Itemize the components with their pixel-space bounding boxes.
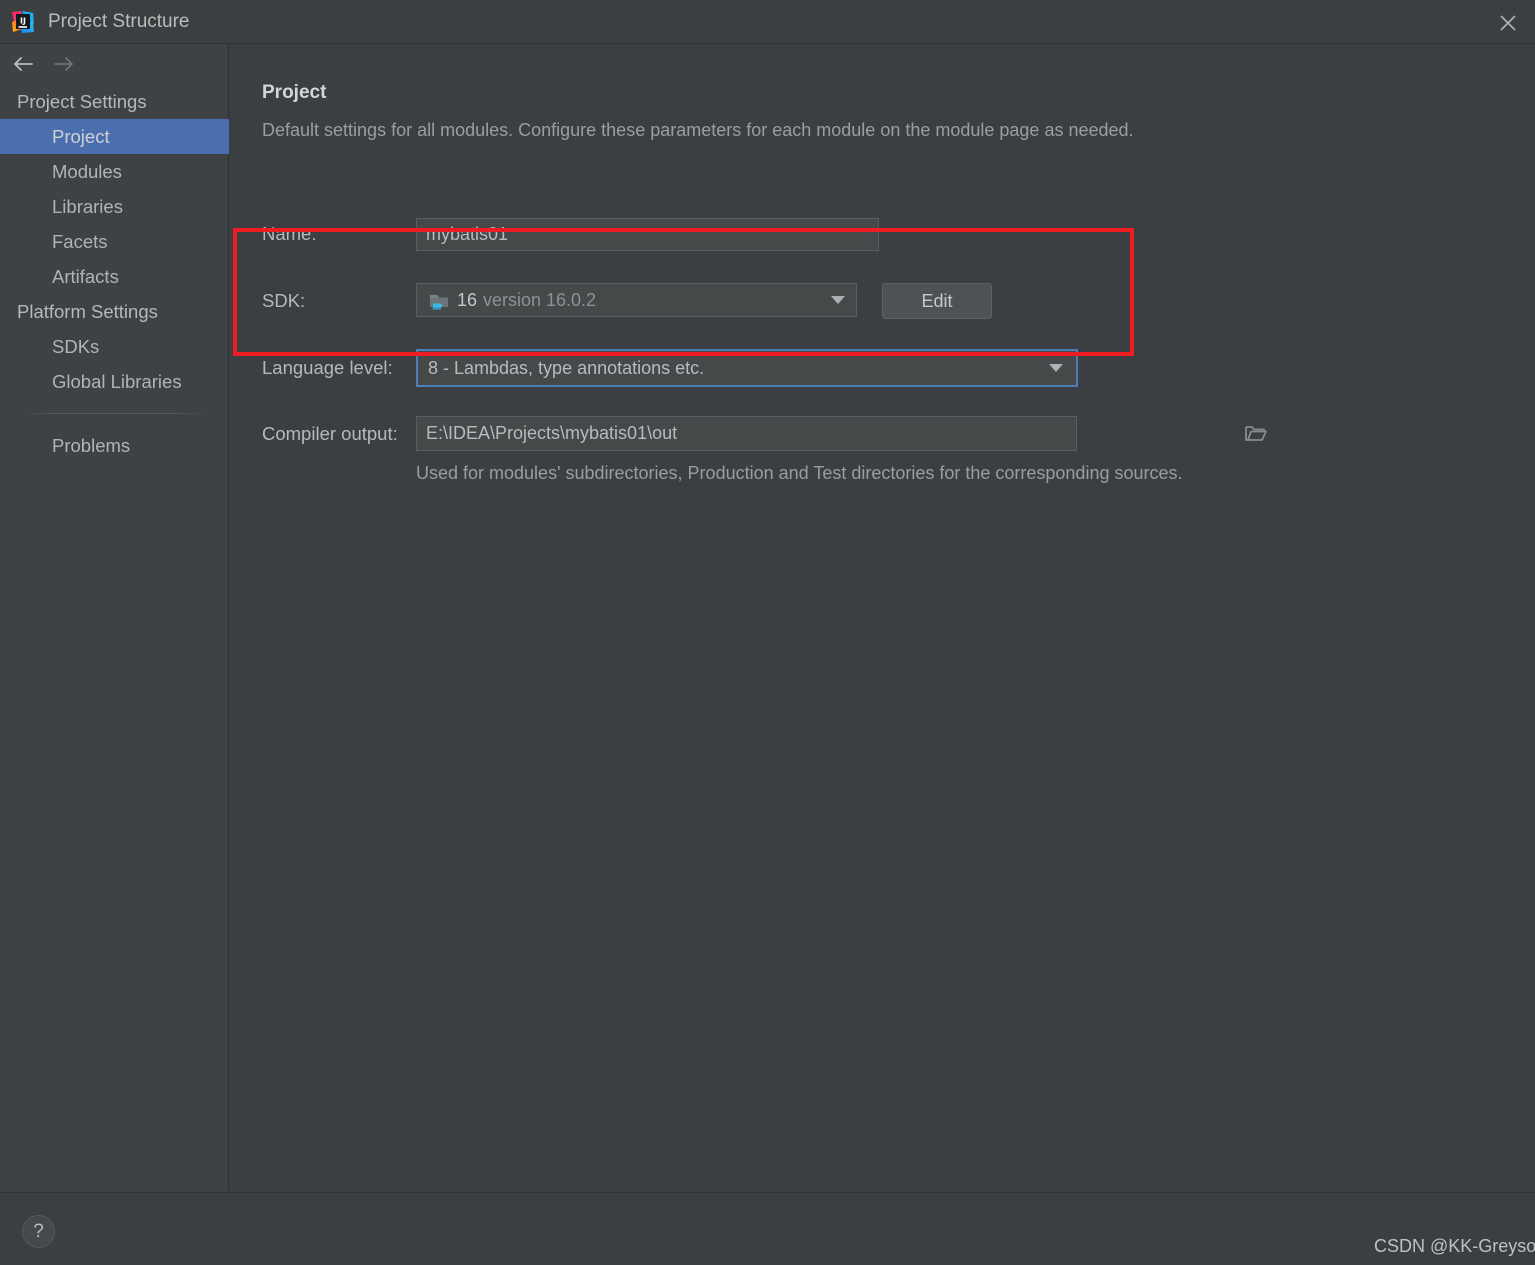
sidebar-item-sdks[interactable]: SDKs bbox=[0, 329, 229, 364]
close-icon[interactable] bbox=[1481, 0, 1535, 43]
chevron-down-icon bbox=[831, 296, 845, 304]
sidebar-item-facets[interactable]: Facets bbox=[0, 224, 229, 259]
name-input[interactable]: mybatis01 bbox=[416, 218, 879, 251]
sidebar-item-problems[interactable]: Problems bbox=[0, 428, 229, 463]
title-bar: IJ Project Structure bbox=[0, 0, 1535, 44]
sidebar-divider bbox=[20, 413, 209, 414]
sidebar-item-artifacts[interactable]: Artifacts bbox=[0, 259, 229, 294]
sidebar-item-libraries[interactable]: Libraries bbox=[0, 189, 229, 224]
language-level-value: 8 - Lambdas, type annotations etc. bbox=[428, 358, 705, 378]
intellij-idea-logo-icon: IJ bbox=[11, 10, 35, 34]
language-level-combo-box[interactable]: 8 - Lambdas, type annotations etc. bbox=[416, 349, 1078, 387]
window-title: Project Structure bbox=[48, 11, 190, 32]
help-button[interactable]: ? bbox=[22, 1215, 55, 1248]
edit-sdk-button[interactable]: Edit bbox=[882, 283, 992, 319]
page-title: Project bbox=[262, 82, 327, 103]
sidebar-item-modules[interactable]: Modules bbox=[0, 154, 229, 189]
arrow-right-icon[interactable] bbox=[50, 52, 80, 76]
language-level-label: Language level: bbox=[262, 357, 393, 378]
sidebar-list: Project Settings Project Modules Librari… bbox=[0, 84, 229, 463]
sdk-label: SDK: bbox=[262, 290, 306, 311]
chevron-down-icon bbox=[1049, 364, 1063, 372]
compiler-output-input[interactable]: E:\IDEA\Projects\mybatis01\out bbox=[416, 416, 1077, 451]
compiler-output-label: Compiler output: bbox=[262, 423, 398, 444]
sidebar-item-global-libraries[interactable]: Global Libraries bbox=[0, 364, 229, 399]
settings-sidebar: Project Settings Project Modules Librari… bbox=[0, 44, 229, 1191]
sidebar-group-platform-settings: Platform Settings bbox=[17, 301, 158, 322]
project-structure-dialog: IJ Project Structure Project Settings Pr… bbox=[0, 0, 1535, 1265]
sidebar-group-project-settings: Project Settings bbox=[17, 91, 147, 112]
project-settings-panel: Project Default settings for all modules… bbox=[230, 44, 1535, 1191]
page-subtitle: Default settings for all modules. Config… bbox=[262, 120, 1134, 140]
dialog-footer: ? OK Close Apply bbox=[0, 1192, 1535, 1265]
sdk-combo-box[interactable]: 16 version 16.0.2 bbox=[416, 283, 857, 317]
java-sdk-folder-icon bbox=[429, 291, 451, 311]
arrow-left-icon[interactable] bbox=[10, 52, 40, 76]
compiler-output-hint: Used for modules' subdirectories, Produc… bbox=[416, 463, 1183, 483]
sidebar-item-project[interactable]: Project bbox=[0, 119, 229, 154]
svg-text:IJ: IJ bbox=[20, 17, 26, 26]
folder-open-icon[interactable] bbox=[1245, 424, 1267, 443]
sidebar-nav-row bbox=[0, 44, 229, 84]
sdk-version-text: version 16.0.2 bbox=[483, 290, 597, 310]
name-label: Name: bbox=[262, 223, 317, 244]
sdk-major-version: 16 bbox=[457, 290, 478, 310]
